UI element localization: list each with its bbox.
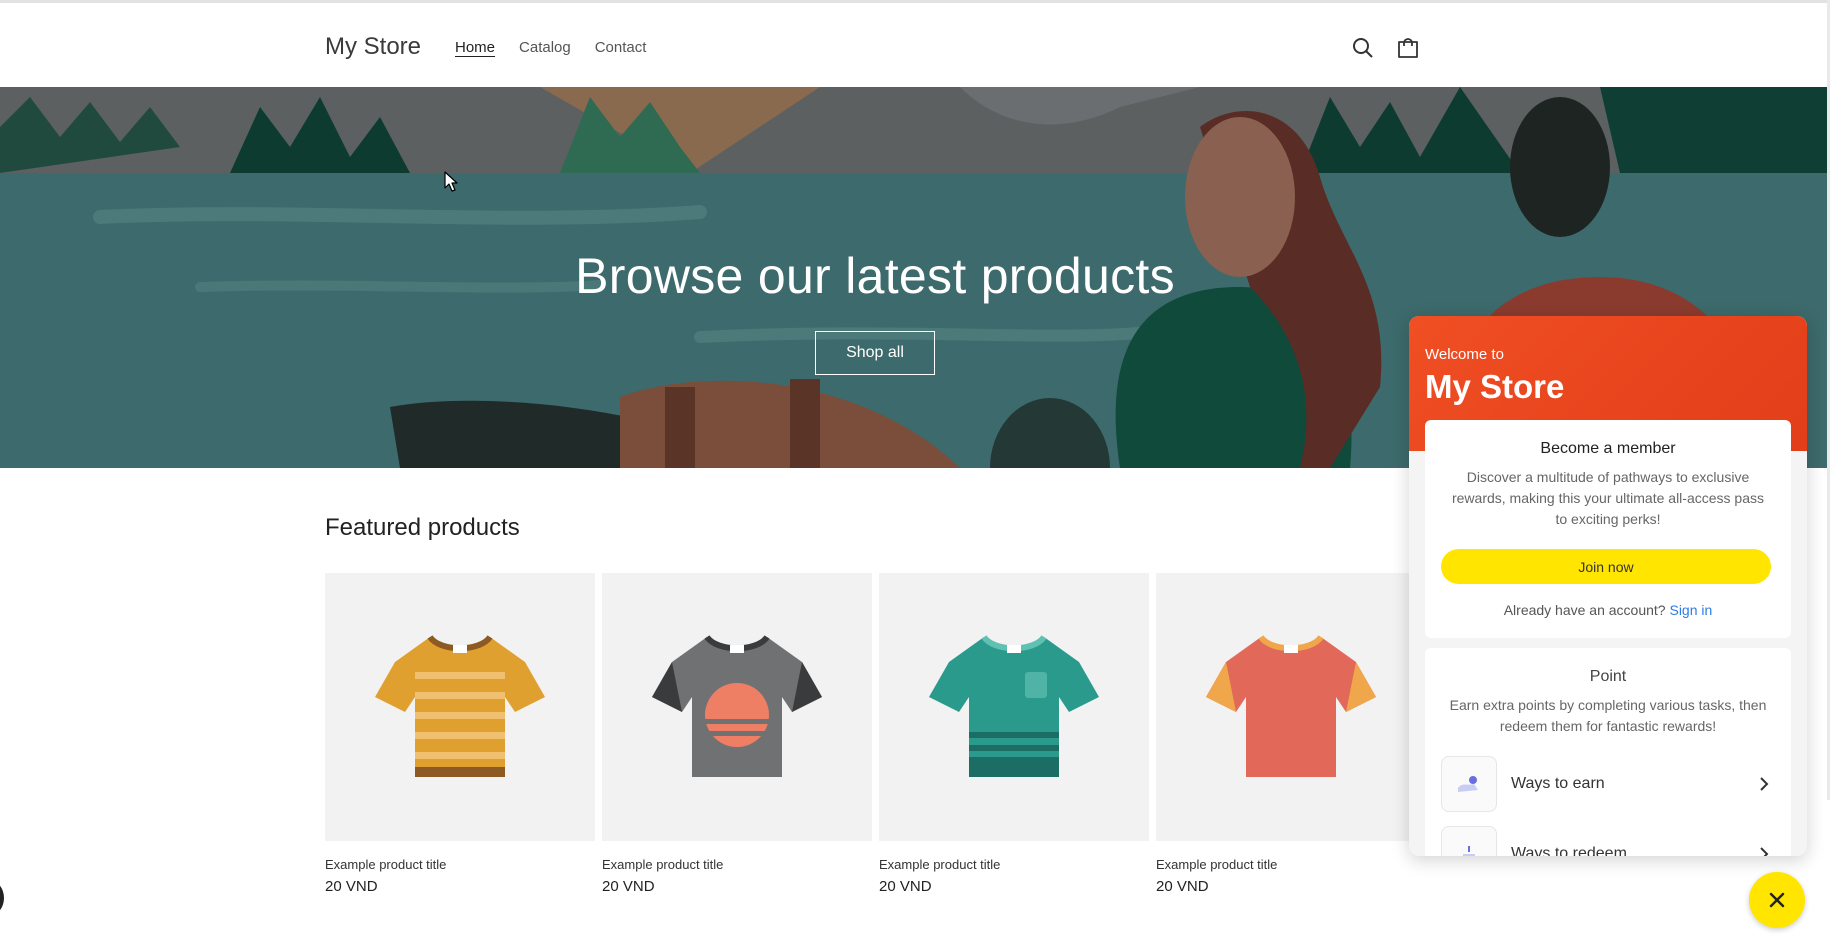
membership-description: Discover a multitude of pathways to excl… bbox=[1451, 469, 1764, 527]
loyalty-widget: Welcome to My Store Become a member Disc… bbox=[1409, 316, 1807, 856]
membership-title: Become a member bbox=[1540, 440, 1676, 457]
product-title[interactable]: Example product title bbox=[602, 857, 872, 872]
product-price: 20 VND bbox=[602, 878, 655, 895]
featured-products-heading: Featured products bbox=[325, 514, 520, 541]
points-card: Point Earn extra points by completing va… bbox=[1425, 648, 1791, 856]
product-card[interactable]: Example product title 20 VND bbox=[1156, 573, 1426, 895]
membership-card: Become a member Discover a multitude of … bbox=[1425, 420, 1791, 638]
shop-all-button[interactable]: Shop all bbox=[815, 331, 935, 375]
product-image[interactable] bbox=[325, 573, 595, 841]
signin-prompt: Already have an account? Sign in bbox=[1425, 602, 1791, 618]
points-description: Earn extra points by completing various … bbox=[1449, 697, 1767, 734]
store-logo[interactable]: My Store bbox=[325, 33, 421, 61]
product-price: 20 VND bbox=[879, 878, 932, 895]
product-card[interactable]: Example product title 20 VND bbox=[325, 573, 595, 895]
product-title[interactable]: Example product title bbox=[325, 857, 595, 872]
tshirt-icon bbox=[929, 634, 1099, 777]
product-price: 20 VND bbox=[325, 878, 378, 895]
product-card[interactable]: Example product title 20 VND bbox=[879, 573, 1149, 895]
ways-to-earn-label: Ways to earn bbox=[1511, 775, 1605, 792]
earn-icon bbox=[1441, 756, 1497, 812]
main-nav: Home Catalog Contact bbox=[455, 39, 646, 56]
cart-icon[interactable] bbox=[1395, 35, 1421, 61]
join-now-button[interactable]: Join now bbox=[1441, 549, 1771, 584]
site-header: My Store Home Catalog Contact bbox=[0, 3, 1830, 87]
tshirt-icon bbox=[652, 634, 822, 777]
chevron-right-icon bbox=[1760, 847, 1769, 856]
redeem-icon bbox=[1441, 826, 1497, 856]
sign-in-link[interactable]: Sign in bbox=[1669, 602, 1712, 618]
product-price: 20 VND bbox=[1156, 878, 1209, 895]
ways-to-redeem-item[interactable]: Ways to redeem bbox=[1441, 826, 1771, 856]
product-card[interactable]: Example product title 20 VND bbox=[602, 573, 872, 895]
chevron-right-icon bbox=[1760, 777, 1769, 791]
nav-catalog[interactable]: Catalog bbox=[519, 39, 571, 56]
widget-store-name: My Store bbox=[1425, 368, 1565, 405]
search-icon[interactable] bbox=[1350, 35, 1376, 61]
chat-launcher[interactable] bbox=[0, 880, 4, 916]
widget-welcome: Welcome to bbox=[1425, 346, 1504, 363]
nav-contact[interactable]: Contact bbox=[595, 39, 647, 56]
hero-title: Browse our latest products bbox=[575, 248, 1175, 304]
product-title[interactable]: Example product title bbox=[879, 857, 1149, 872]
product-image[interactable] bbox=[602, 573, 872, 841]
ways-to-earn-item[interactable]: Ways to earn bbox=[1441, 756, 1771, 812]
points-title: Point bbox=[1589, 668, 1627, 685]
ways-to-redeem-label: Ways to redeem bbox=[1511, 845, 1627, 856]
product-title[interactable]: Example product title bbox=[1156, 857, 1426, 872]
already-account-text: Already have an account? bbox=[1503, 602, 1666, 618]
product-image[interactable] bbox=[1156, 573, 1426, 841]
tshirt-icon bbox=[375, 634, 545, 777]
nav-home[interactable]: Home bbox=[455, 39, 495, 56]
tshirt-icon bbox=[1206, 634, 1376, 777]
product-image[interactable] bbox=[879, 573, 1149, 841]
mouse-cursor-icon bbox=[444, 171, 458, 192]
widget-close-button[interactable] bbox=[1749, 872, 1805, 928]
close-icon bbox=[1769, 892, 1785, 908]
